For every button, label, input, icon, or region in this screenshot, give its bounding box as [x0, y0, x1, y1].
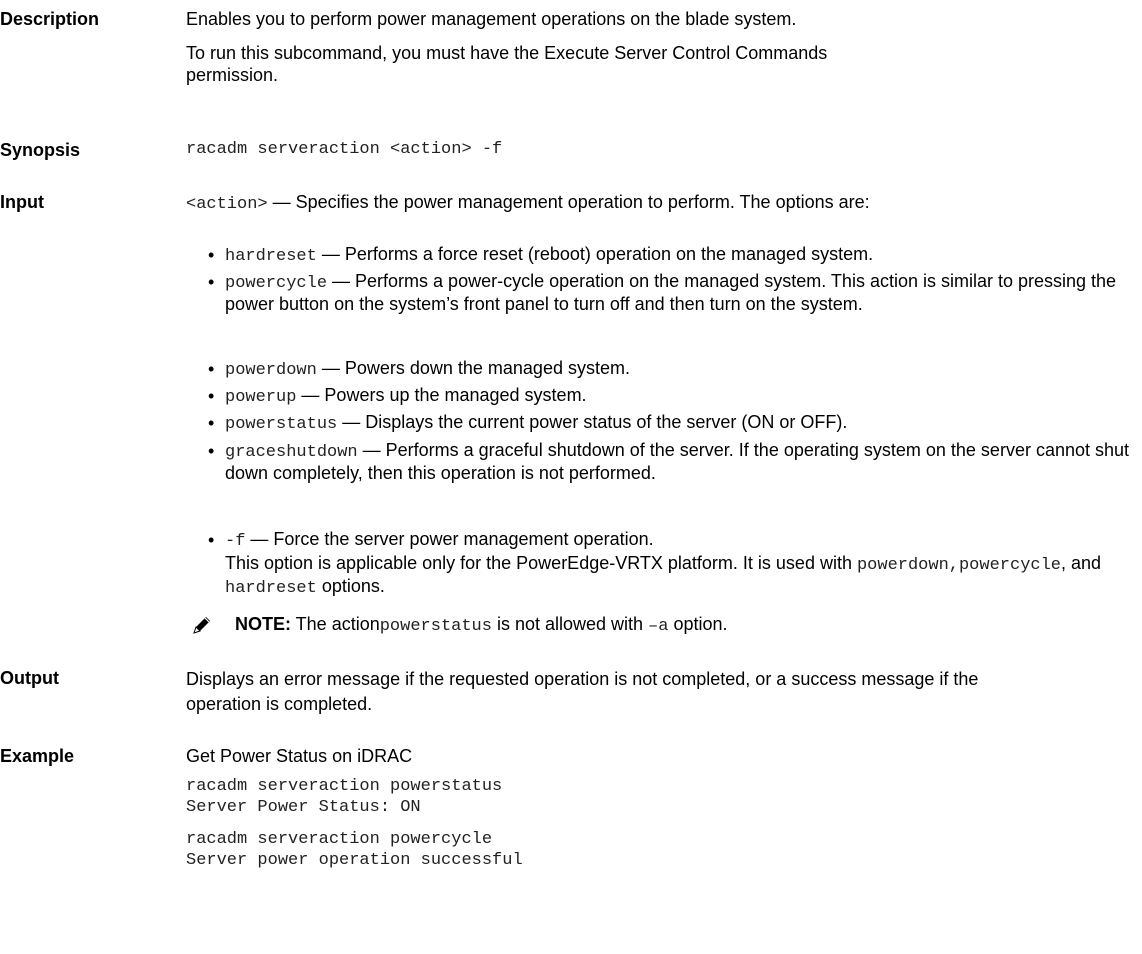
- option-code: powercycle: [225, 274, 328, 293]
- bullet-icon: •: [208, 441, 215, 461]
- bullet-icon: •: [208, 413, 215, 433]
- force-note-end: options.: [316, 576, 385, 596]
- option-text: — Performs a power-cycle operation on th…: [225, 271, 1117, 314]
- note-section: NOTE: The actionpowerstatus is not allow…: [0, 613, 1142, 639]
- force-option-note: This option is applicable only for the P…: [225, 553, 1130, 599]
- option-code: powerdown: [225, 361, 317, 380]
- note-text-part: is not allowed with: [491, 614, 649, 634]
- example-code-block: racadm serveraction powercycle Server po…: [186, 829, 1131, 871]
- output-label: Output: [0, 668, 59, 688]
- option-code: graceshutdown: [225, 443, 358, 462]
- description-permission: To run this subcommand, you must have th…: [186, 43, 828, 85]
- example-section: Example Get Power Status on iDRAC racadm…: [0, 745, 1142, 950]
- note-text-part: option.: [668, 614, 728, 634]
- description-content: Enables you to perform power management …: [186, 8, 1131, 86]
- option-code: powerup: [225, 388, 297, 407]
- option-text: — Powers up the managed system.: [296, 385, 587, 405]
- code-line: Server Power Status: ON: [186, 798, 421, 817]
- option-code: hardreset: [225, 247, 317, 266]
- force-note-text: This option is applicable only for the P…: [225, 553, 857, 573]
- bullet-icon: •: [208, 530, 215, 550]
- description-label: Description: [0, 9, 100, 29]
- code-line: racadm serveraction powerstatus: [186, 777, 503, 796]
- input-intro-text: — Specifies the power management operati…: [267, 192, 870, 212]
- option-code: powerstatus: [225, 415, 338, 434]
- option-text: — Displays the current power status of t…: [337, 412, 848, 432]
- bullet-icon: •: [208, 359, 215, 379]
- note-code: –a: [648, 617, 669, 636]
- output-text: Displays an error message if the request…: [186, 669, 979, 714]
- bullet-icon: •: [208, 386, 215, 406]
- description-section: Description Enables you to perform power…: [0, 8, 1142, 88]
- force-note-code: hardreset: [225, 579, 317, 598]
- description-line: Enables you to perform power management …: [186, 9, 797, 29]
- force-note-code: powerdown,powercycle: [856, 556, 1062, 575]
- output-section: Output Displays an error message if the …: [0, 667, 1142, 727]
- example-label: Example: [0, 746, 75, 766]
- input-label: Input: [0, 192, 44, 212]
- option-text: — Performs a graceful shutdown of the se…: [225, 440, 1130, 483]
- note-text: NOTE: The actionpowerstatus is not allow…: [235, 613, 727, 638]
- bullet-icon: •: [208, 272, 215, 292]
- synopsis-label: Synopsis: [0, 140, 81, 160]
- example-content: Get Power Status on iDRAC racadm servera…: [186, 745, 1131, 871]
- option-text: — Force the server power management oper…: [245, 529, 654, 549]
- note-text-part: The action: [291, 614, 380, 634]
- code-line: racadm serveraction powercycle: [186, 830, 493, 849]
- code-line: Server power operation successful: [186, 851, 523, 870]
- option-text: — Performs a force reset (reboot) operat…: [316, 244, 874, 264]
- example-code-block: racadm serveraction powerstatus Server P…: [186, 776, 1131, 818]
- pencil-icon: [190, 613, 214, 637]
- force-note-mid: , and: [1061, 553, 1102, 573]
- note-label: NOTE:: [235, 614, 291, 634]
- synopsis-section: Synopsis racadm serveraction <action> -f: [0, 139, 1142, 163]
- input-intro: <action> — Specifies the power managemen…: [186, 191, 1131, 216]
- example-title: Get Power Status on iDRAC: [186, 746, 413, 766]
- option-text: — Powers down the managed system.: [316, 358, 630, 378]
- synopsis-command: racadm serveraction <action> -f: [186, 140, 503, 159]
- note-code: powerstatus: [379, 617, 492, 636]
- option-code: -f: [225, 532, 246, 551]
- action-code: <action>: [186, 195, 268, 214]
- options-list: • hardreset — Performs a force reset (re…: [208, 244, 1130, 664]
- bullet-icon: •: [208, 245, 215, 265]
